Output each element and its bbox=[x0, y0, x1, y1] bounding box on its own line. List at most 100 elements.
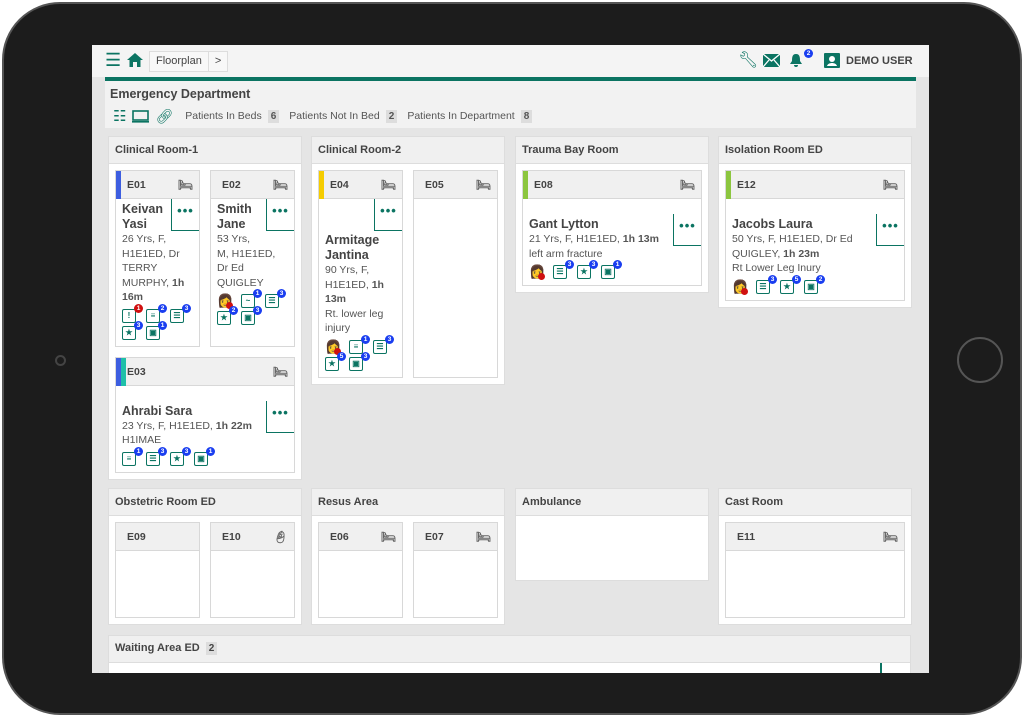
status-icons: 👩 ≡1 ☰3 ★5 ▣3 bbox=[325, 340, 396, 371]
icon-count-badge: 3 bbox=[182, 447, 191, 456]
room-ambulance: Ambulance bbox=[515, 488, 709, 581]
star-icon[interactable]: ★2 bbox=[217, 311, 231, 325]
star-icon[interactable]: ★3 bbox=[577, 265, 591, 279]
star-icon[interactable]: ★5 bbox=[325, 357, 339, 371]
clipboard-icon[interactable]: ☰3 bbox=[265, 294, 279, 308]
bed-card[interactable]: E11🛏︎ bbox=[725, 522, 905, 618]
more-options-button[interactable]: ••• bbox=[876, 214, 904, 246]
more-options-button[interactable]: ••• bbox=[673, 214, 701, 246]
bed-header: E07🛏︎ bbox=[414, 523, 497, 551]
vitals-icon[interactable]: ~1 bbox=[241, 294, 255, 308]
more-options-button[interactable]: ••• bbox=[374, 199, 402, 231]
bed-list: E04🛏︎•••Armitage Jantina90 Yrs, F, H1E1E… bbox=[312, 164, 504, 384]
bed-card[interactable]: E06🛏︎ bbox=[318, 522, 403, 618]
bell-icon[interactable] bbox=[789, 53, 803, 68]
star-icon[interactable]: ★3 bbox=[170, 452, 184, 466]
menu-icon[interactable]: ☰ bbox=[105, 50, 121, 71]
bed-card[interactable]: E02🛏︎•••Smith Jane53 Yrs, M, H1E1ED, Dr … bbox=[210, 170, 295, 347]
user-name: DEMO USER bbox=[846, 55, 913, 67]
icon-count-badge: 1 bbox=[361, 335, 370, 344]
bed-card[interactable]: E09 bbox=[115, 522, 200, 618]
bed-card[interactable]: E01🛏︎•••Keivan Yasi26 Yrs, F, H1E1ED, Dr… bbox=[115, 170, 200, 347]
icon-count-badge: 3 bbox=[385, 335, 394, 344]
star-icon[interactable]: ★3 bbox=[122, 326, 136, 340]
more-options-button[interactable]: ••• bbox=[266, 199, 294, 231]
acuity-stripe bbox=[116, 171, 121, 199]
bed-card[interactable]: E07🛏︎ bbox=[413, 522, 498, 618]
icon-count-badge: 1 bbox=[253, 289, 262, 298]
bed-header: E08🛏︎ bbox=[523, 171, 701, 199]
patient-name[interactable]: Jacobs Laura bbox=[732, 217, 898, 232]
star-icon[interactable]: ★5 bbox=[780, 280, 794, 294]
icon-count-badge: 5 bbox=[337, 352, 346, 361]
room-title: Isolation Room ED bbox=[719, 137, 911, 164]
patient-demographics: 90 Yrs, F, H1E1ED, bbox=[325, 264, 369, 291]
breadcrumb-floorplan[interactable]: Floorplan bbox=[150, 52, 209, 71]
bed-icon: 🛏︎ bbox=[178, 178, 193, 192]
mail-icon[interactable] bbox=[763, 54, 780, 67]
list-view-icon[interactable]: ☷ bbox=[113, 107, 126, 125]
person-icon[interactable]: 👩 bbox=[217, 294, 231, 308]
bed-icon: 🛏︎ bbox=[381, 178, 396, 192]
bed-id: E02 bbox=[222, 179, 241, 191]
clipboard-icon[interactable]: ☰3 bbox=[146, 452, 160, 466]
person-icon[interactable]: 👩 bbox=[325, 340, 339, 354]
patient-name[interactable]: Gant Lytton bbox=[529, 217, 695, 232]
room-obstetric-room-ed: Obstetric Room EDE09E10👶︎ bbox=[108, 488, 302, 625]
patient-name[interactable]: Ahrabi Sara bbox=[122, 404, 288, 419]
clipboard-icon[interactable]: ☰3 bbox=[553, 265, 567, 279]
idcard-icon[interactable]: ▣1 bbox=[601, 265, 615, 279]
idcard-icon[interactable]: ▣3 bbox=[241, 311, 255, 325]
note-icon[interactable]: ≡2 bbox=[146, 309, 160, 323]
bed-card[interactable]: E10👶︎ bbox=[210, 522, 295, 618]
bed-card[interactable]: E08🛏︎ •••Gant Lytton21 Yrs, F, H1E1ED, 1h… bbox=[522, 170, 702, 286]
room-title: Clinical Room-2 bbox=[312, 137, 504, 164]
patient-details: 26 Yrs, F, H1E1ED, Dr TERRY MURPHY, 1h 1… bbox=[122, 232, 193, 305]
status-icons: 👩 ~1 ☰3 ★2 ▣3 bbox=[217, 294, 288, 325]
bed-list: E09E10👶︎ bbox=[109, 516, 301, 624]
bed-header: E04 🛏︎ bbox=[319, 171, 402, 199]
person-icon[interactable]: 👩 bbox=[732, 280, 746, 294]
bed-card[interactable]: E04🛏︎•••Armitage Jantina90 Yrs, F, H1E1E… bbox=[318, 170, 403, 378]
bed-card[interactable]: E12🛏︎•••Jacobs Laura50 Yrs, F, H1E1ED, D… bbox=[725, 170, 905, 301]
clipboard-icon[interactable]: ☰3 bbox=[756, 280, 770, 294]
idcard-icon[interactable]: ▣1 bbox=[146, 326, 160, 340]
alert-icon[interactable]: !1 bbox=[122, 309, 136, 323]
wrench-icon[interactable]: 🔧︎ bbox=[738, 50, 758, 70]
room-clinical-room-1: Clinical Room-1E01🛏︎•••Keivan Yasi26 Yrs… bbox=[108, 136, 302, 480]
clipboard-icon[interactable]: ☰3 bbox=[373, 340, 387, 354]
patient-details: 90 Yrs, F, H1E1ED, 1h 13m bbox=[325, 263, 396, 307]
bed-id: E04 bbox=[330, 179, 349, 191]
idcard-icon[interactable]: ▣1 bbox=[194, 452, 208, 466]
idcard-icon[interactable]: ▣2 bbox=[804, 280, 818, 294]
bed-card[interactable]: E03🛏︎•••Ahrabi Sara23 Yrs, F, H1E1ED, 1h… bbox=[115, 357, 295, 473]
allergy-alert bbox=[538, 273, 545, 280]
home-hardware-button[interactable] bbox=[957, 337, 1003, 383]
person-icon[interactable]: 👩 bbox=[529, 265, 543, 279]
stat-label[interactable]: Patients In Beds bbox=[185, 110, 261, 122]
icon-count-badge: 3 bbox=[768, 275, 777, 284]
bed-card[interactable]: E05🛏︎ bbox=[413, 170, 498, 378]
icon-count-badge: 3 bbox=[134, 321, 143, 330]
monitor-view-icon[interactable] bbox=[132, 110, 149, 123]
link-icon[interactable]: 🔗︎ bbox=[155, 108, 173, 125]
bed-list: E12🛏︎•••Jacobs Laura50 Yrs, F, H1E1ED, D… bbox=[719, 164, 911, 307]
note-icon[interactable]: ≡1 bbox=[122, 452, 136, 466]
home-icon[interactable] bbox=[126, 52, 144, 68]
bed-icon: 🛏︎ bbox=[476, 178, 491, 192]
stat-label[interactable]: Patients In Department bbox=[407, 110, 514, 122]
note-icon[interactable]: ≡1 bbox=[349, 340, 363, 354]
icon-count-badge: 3 bbox=[277, 289, 286, 298]
more-options-button[interactable]: ••• bbox=[266, 401, 294, 433]
bed-list: E11🛏︎ bbox=[719, 516, 911, 624]
user-menu[interactable]: DEMO USER bbox=[824, 53, 913, 68]
icon-count-badge: 1 bbox=[134, 304, 143, 313]
more-options-button[interactable]: ••• bbox=[171, 199, 199, 231]
idcard-icon[interactable]: ▣3 bbox=[349, 357, 363, 371]
patient-details: 21 Yrs, F, H1E1ED, 1h 13m bbox=[529, 232, 695, 247]
breadcrumb-next[interactable]: > bbox=[209, 52, 227, 71]
patient-complaint: left arm fracture bbox=[529, 247, 695, 262]
clipboard-icon[interactable]: ☰3 bbox=[170, 309, 184, 323]
stat-label[interactable]: Patients Not In Bed bbox=[289, 110, 379, 122]
patient-info: •••Keivan Yasi26 Yrs, F, H1E1ED, Dr TERR… bbox=[116, 199, 199, 346]
